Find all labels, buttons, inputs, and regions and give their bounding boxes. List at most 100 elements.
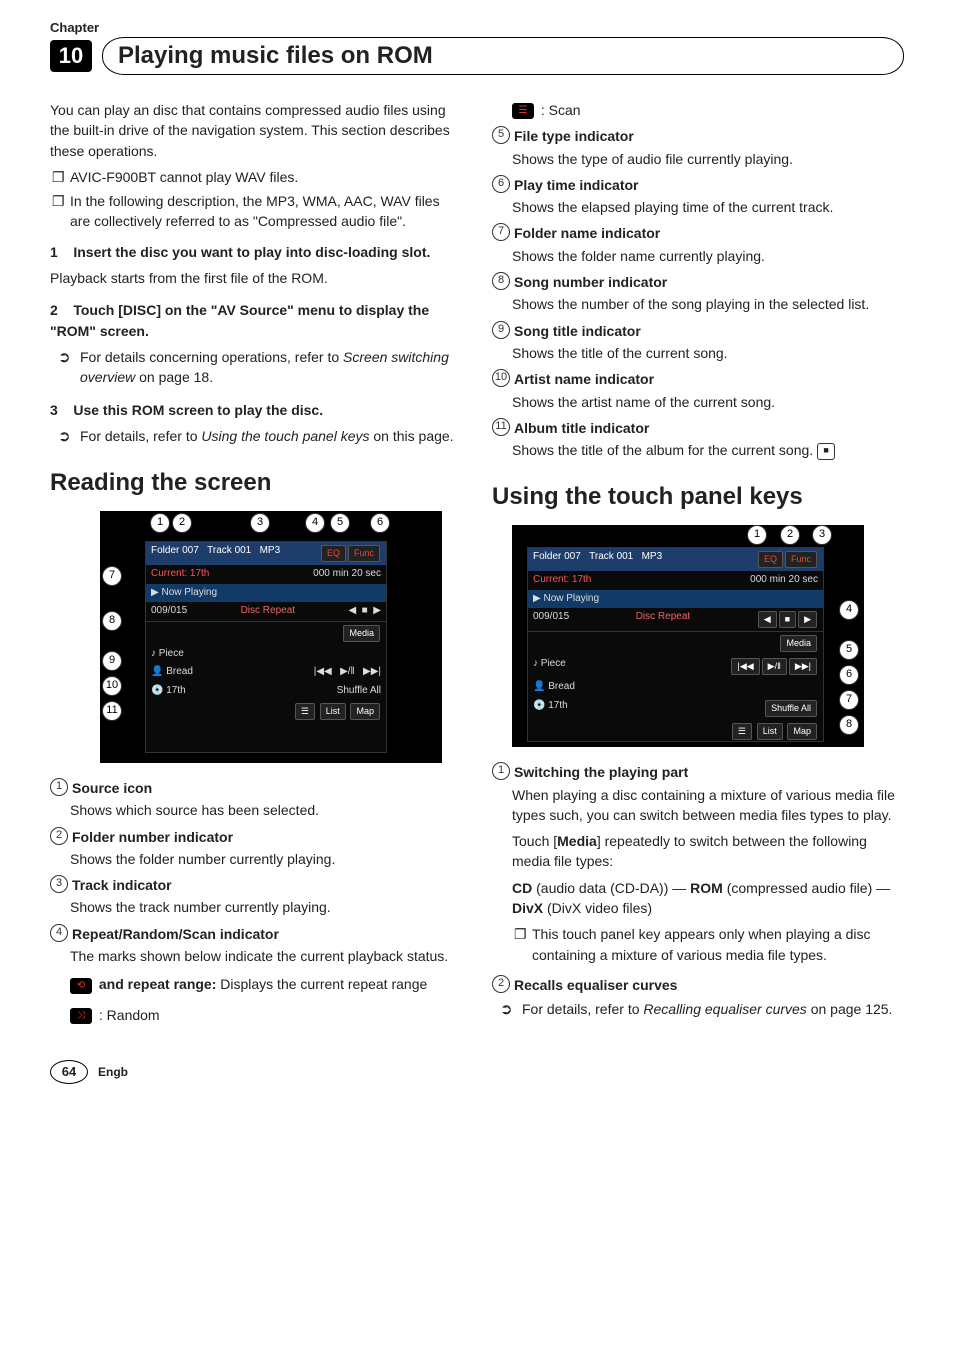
repeat-icon: ⟲ [70,978,92,994]
map-btn[interactable]: Map [350,703,380,720]
step-3: 3 Use this ROM screen to play the disc. [50,400,462,420]
bread-line: 👤 Bread |◀◀ ▶/‖ ▶▶| [146,663,386,682]
screen-line-count: 009/015 Disc Repeat ◀ ■ ▶ [146,602,386,621]
chapter-label: Chapter [50,20,904,35]
s2-piece-label: Piece [541,658,566,669]
left-column: You can play an disc that contains compr… [50,100,462,1030]
hdr-func[interactable]: Func [348,545,380,562]
f2-c8: 8 [839,715,859,735]
s2-next[interactable]: ▶▶| [789,658,817,675]
intro-bullets: AVIC-F900BT cannot play WAV files. In th… [50,167,462,232]
gb1-bullet: This touch panel key appears only when p… [532,924,904,965]
ga6-n: 6 [492,175,510,193]
s2-count: 009/015 Disc Repeat ◀■▶ [528,608,823,631]
s2-piece: ♪ Piece |◀◀▶/‖▶▶| [528,655,823,678]
s2-stop[interactable]: ■ [779,611,796,628]
s2-shuffle[interactable]: Shuffle All [765,700,817,717]
ga3-n: 3 [50,875,68,893]
s2-map-btn[interactable]: Map [787,723,817,740]
hdr-eq[interactable]: EQ [321,545,346,562]
chapter-header: 10 Playing music files on ROM [50,37,904,75]
callout-8: 8 [102,611,122,631]
f2-c5: 5 [839,640,859,660]
shuffle-label: Shuffle All [337,684,381,699]
now-playing-bar: ▶ Now Playing [146,584,386,603]
scan-text: : Scan [541,102,581,118]
gb2-em: Recalling equaliser curves [643,1001,806,1017]
hdr-folder: Folder 007 [151,545,199,556]
page-number: 64 [50,1060,88,1084]
gb2-t: Recalls equaliser curves [514,975,677,995]
ga7-n: 7 [492,223,510,241]
gb2-pre: For details, refer to [522,1001,643,1017]
s2-media-btn[interactable]: Media [780,635,817,652]
s2-media-line: Media [528,631,823,655]
f2-c4: 4 [839,600,859,620]
list-btn[interactable]: List [320,703,346,720]
s2-list-icon[interactable]: ☰ [732,723,752,740]
step-2-num: 2 [50,302,58,318]
count-label: 009/015 [151,604,187,619]
ga9-d: Shows the title of the current song. [512,343,904,363]
gb2-sub: For details, refer to Recalling equalise… [492,999,904,1019]
media-bold: Media [557,833,597,849]
s2-list-btn[interactable]: List [757,723,783,740]
callout-7: 7 [102,566,122,586]
current-label: Current: 17th [151,567,209,582]
callout-11: 11 [102,701,122,721]
list-icon-btn[interactable]: ☰ [295,703,315,720]
s2-nowplaying: ▶ Now Playing [528,590,823,609]
callout-4: 4 [305,513,325,533]
intro-bullet-1: AVIC-F900BT cannot play WAV files. [70,167,462,187]
screen-mock-2: Folder 007 Track 001 MP3 EQFunc Current:… [527,547,824,742]
s2-eq[interactable]: EQ [758,551,783,568]
step-2-sub1: For details concerning operations, refer… [80,347,462,388]
step3-sub-post: on this page. [373,428,453,444]
s2-17th: 💿 17th Shuffle All [528,697,823,720]
ga8-n: 8 [492,272,510,290]
gb2-sub-li: For details, refer to Recalling equalise… [522,999,904,1019]
s2-next-folder[interactable]: ▶ [798,611,817,628]
random-indicator-line: ⤨ : Random [70,1005,462,1025]
step-1: 1 Insert the disc you want to play into … [50,242,462,262]
s2-folder: Folder 007 [533,551,581,562]
random-icon: ⤨ [70,1008,92,1024]
ga7-t: Folder name indicator [514,223,660,243]
ga11-t: Album title indicator [514,418,649,438]
piece-label: Piece [159,648,184,659]
time-label: 000 min 20 sec [313,567,381,582]
gb2-post: on page 125. [811,1001,893,1017]
right-column: ☰ : Scan 5File type indicator Shows the … [492,100,904,1030]
s2-prev[interactable]: |◀◀ [731,658,759,675]
ga11-d: Shows the title of the album for the cur… [512,442,813,458]
ga8-t: Song number indicator [514,272,667,292]
s2-bread: 👤 Bread [528,678,823,697]
media-btn[interactable]: Media [343,625,380,642]
bottom-btns: ☰ List Map [146,700,386,723]
ga8-d: Shows the number of the song playing in … [512,294,904,314]
gb1-d1: When playing a disc containing a mixture… [512,785,904,826]
chapter-number: 10 [50,40,92,72]
f2-c7: 7 [839,690,859,710]
glossary-b: 1Switching the playing part When playing… [492,762,904,1019]
language-code: Engb [98,1065,128,1079]
step2-sub-pre: For details concerning operations, refer… [80,349,343,365]
chapter-title: Playing music files on ROM [102,37,904,75]
hdr-mp3: MP3 [260,545,281,556]
cd-bold: CD [512,880,532,896]
section-reading-screen: Reading the screen [50,466,462,501]
s2-prev-folder[interactable]: ◀ [758,611,777,628]
s2-count-label: 009/015 [533,610,569,629]
repeat-indicator-line: ⟲ and repeat range: Displays the current… [70,974,462,994]
ga4-n: 4 [50,924,68,942]
callout-1: 1 [150,513,170,533]
intro-paragraph: You can play an disc that contains compr… [50,100,462,161]
s2-func[interactable]: Func [785,551,817,568]
scan-icon: ☰ [512,103,534,119]
ga1-n: 1 [50,778,68,796]
s2-time: 000 min 20 sec [750,573,818,588]
s2-playpause[interactable]: ▶/‖ [762,658,787,675]
ga5-d: Shows the type of audio file currently p… [512,149,904,169]
ga10-t: Artist name indicator [514,369,654,389]
seventeenth-label: 17th [166,685,185,696]
